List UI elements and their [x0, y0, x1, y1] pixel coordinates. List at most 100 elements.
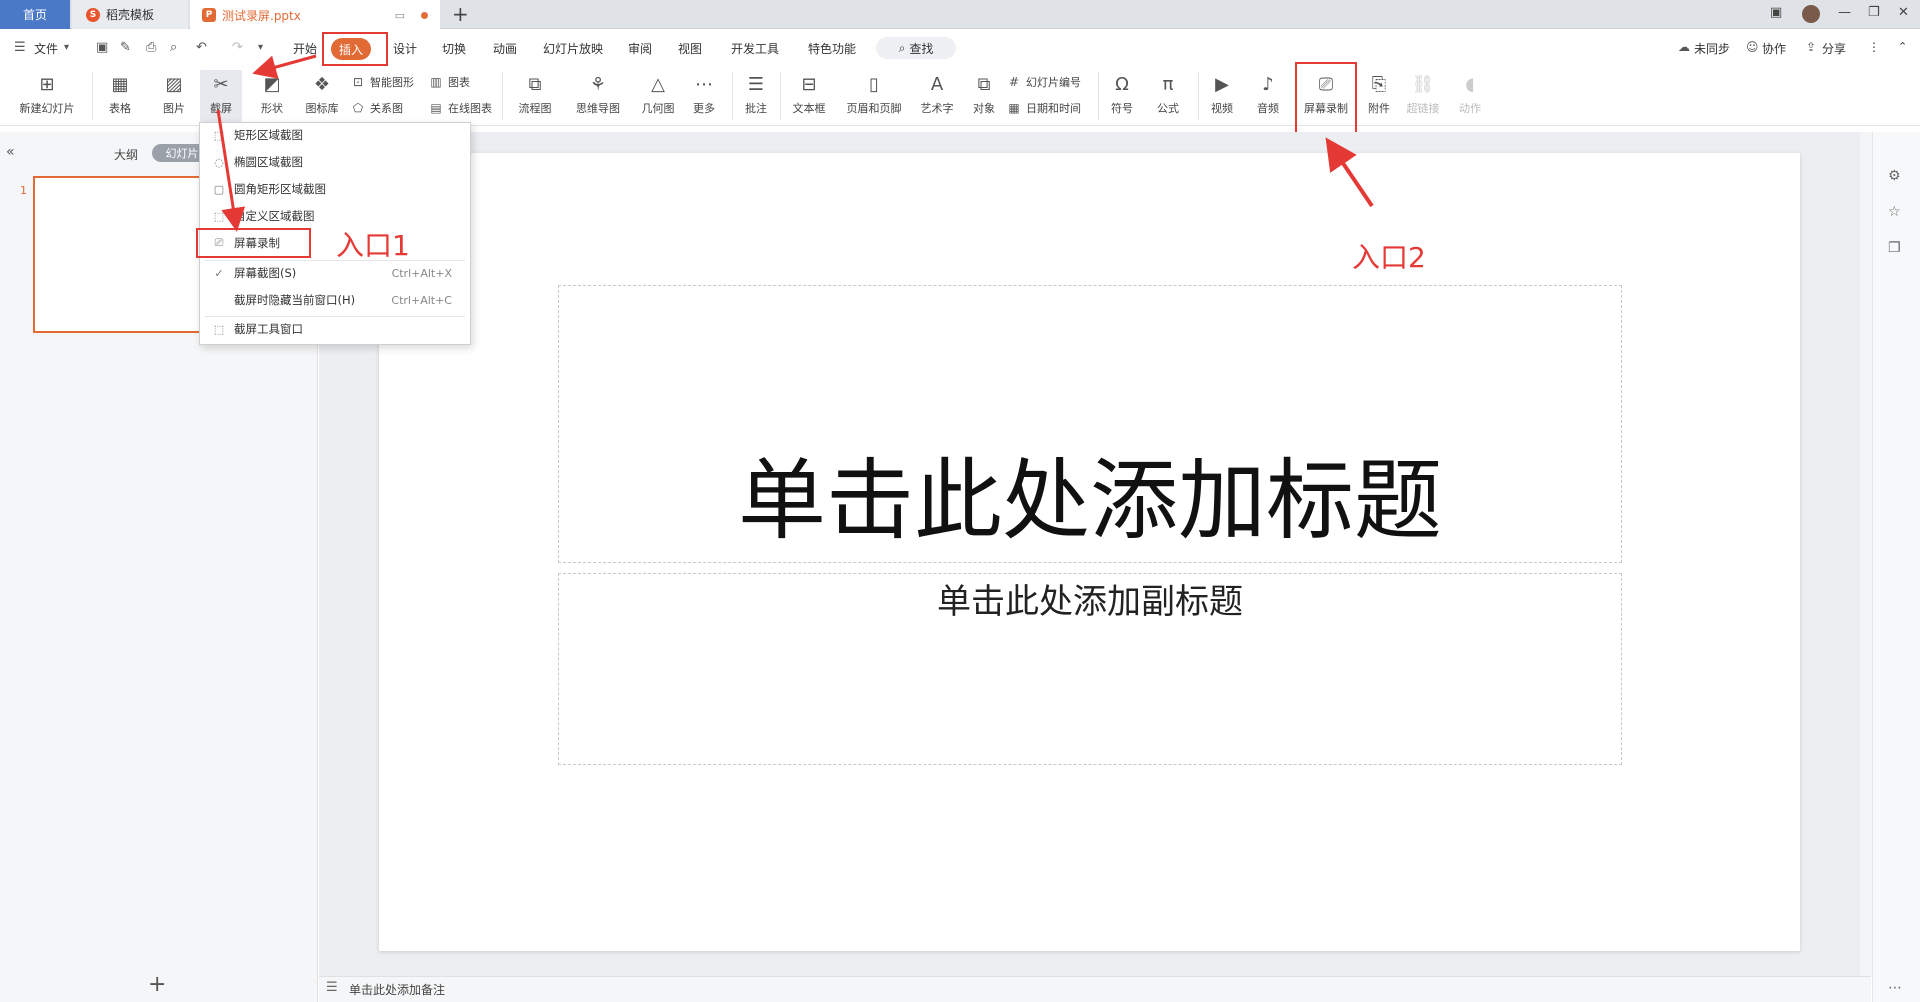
copy-icon[interactable]: ❐ — [1888, 240, 1901, 256]
tab-developer[interactable]: 开发工具 — [731, 40, 779, 57]
tab-review[interactable]: 审阅 — [628, 40, 652, 57]
wordart-button[interactable]: A 艺术字 — [914, 72, 960, 116]
tab-animation[interactable]: 动画 — [493, 40, 517, 57]
add-slide-button[interactable]: + — [148, 972, 166, 997]
share-icon: ⇪ — [1806, 40, 1817, 54]
tab-document[interactable]: P 测试录屏.pptx ▭ — [190, 0, 440, 30]
header-footer-button[interactable]: ▯ 页眉和页脚 — [842, 72, 906, 116]
symbol-label: 符号 — [1111, 102, 1133, 115]
menu-item-rounded-capture[interactable]: ▢ 圆角矩形区域截图 — [200, 177, 470, 201]
notes-bar — [319, 976, 1871, 1002]
outline-tab[interactable]: 大纲 — [114, 146, 138, 163]
object-button[interactable]: ⧉ 对象 — [966, 72, 1002, 116]
video-button[interactable]: ▶ 视频 — [1204, 72, 1240, 116]
collapse-panel-icon[interactable]: « — [6, 144, 15, 160]
online-chart-icon: ▤ — [430, 101, 442, 115]
tab-home[interactable]: 首页 — [0, 0, 70, 29]
undo-icon[interactable]: ↶ — [196, 40, 207, 55]
docer-logo-icon: S — [86, 7, 100, 22]
collapse-ribbon-icon[interactable]: ⌃ — [1898, 40, 1907, 53]
symbol-button[interactable]: Ω 符号 — [1104, 72, 1140, 116]
redo-icon[interactable]: ↷ — [232, 40, 243, 55]
flowchart-button[interactable]: ⧉ 流程图 — [510, 72, 560, 116]
tab-templates[interactable]: S 稻壳模板 — [72, 0, 188, 29]
print-icon[interactable]: ⎙ — [146, 40, 156, 55]
divider — [92, 72, 93, 120]
smart-art-button[interactable]: ⊡ 智能图形 — [350, 74, 414, 90]
more-options-icon[interactable]: ⋯ — [1888, 980, 1902, 996]
more-dots-icon: ⋯ — [695, 73, 713, 95]
tab-view[interactable]: 视图 — [678, 40, 702, 57]
header-footer-icon: ▯ — [869, 73, 879, 95]
smart-art-label: 智能图形 — [370, 76, 414, 89]
avatar[interactable] — [1802, 5, 1820, 23]
hyperlink-button[interactable]: ⛓ 超链接 — [1400, 72, 1446, 116]
search-icon: ⌕ — [898, 40, 906, 55]
textbox-button[interactable]: ⊟ 文本框 — [786, 72, 832, 116]
minimize-icon[interactable]: — — [1838, 5, 1851, 20]
customize-toolbar-icon[interactable]: ▾ — [258, 42, 263, 53]
monitor-icon[interactable]: ▭ — [395, 9, 405, 22]
more-button[interactable]: ⋯ 更多 — [684, 72, 724, 116]
hamburger-icon[interactable]: ☰ — [14, 40, 26, 55]
chevron-down-icon: ▾ — [64, 42, 70, 53]
vertical-scrollbar[interactable] — [1860, 132, 1872, 976]
comment-button[interactable]: ☰ 批注 — [738, 72, 774, 116]
notes-placeholder[interactable]: 单击此处添加备注 — [349, 981, 445, 998]
tab-design[interactable]: 设计 — [393, 40, 417, 57]
menu-item-screen-capture[interactable]: ✓ 屏幕截图(S) Ctrl+Alt+X — [200, 261, 470, 285]
screenshot-button[interactable]: ✂ 截屏 — [200, 72, 242, 116]
tab-transition[interactable]: 切换 — [442, 40, 466, 57]
settings-sliders-icon[interactable]: ⚙ — [1888, 168, 1901, 184]
annotation-entry1: 入口1 — [336, 229, 410, 262]
format-painter-icon[interactable]: ✎ — [120, 40, 131, 55]
tab-special[interactable]: 特色功能 — [808, 40, 856, 57]
more-menu-icon[interactable]: ⋮ — [1868, 40, 1880, 54]
formula-button[interactable]: π 公式 — [1148, 72, 1188, 116]
star-icon[interactable]: ☆ — [1888, 204, 1901, 220]
new-slide-button[interactable]: ⊞ 新建幻灯片 — [10, 72, 84, 116]
restore-icon[interactable]: ❐ — [1868, 5, 1880, 20]
slide-number-button[interactable]: # 幻灯片编号 — [1006, 74, 1081, 90]
close-icon[interactable]: ✕ — [1898, 5, 1909, 20]
audio-button[interactable]: ♪ 音频 — [1248, 72, 1288, 116]
menu-item-capture-tool[interactable]: ⬚ 截屏工具窗口 — [200, 317, 470, 341]
menu-item-rect-capture[interactable]: ⬚ 矩形区域截图 — [200, 123, 470, 147]
relation-button[interactable]: ⬠ 关系图 — [350, 100, 403, 116]
slide-thumbnail[interactable] — [33, 176, 213, 333]
menu-file[interactable]: 文件 — [34, 40, 58, 57]
date-time-button[interactable]: ▦ 日期和时间 — [1006, 100, 1081, 116]
subtitle-placeholder-text[interactable]: 单击此处添加副标题 — [558, 574, 1622, 623]
menu-item-hide-window[interactable]: 截屏时隐藏当前窗口(H) Ctrl+Alt+C — [200, 288, 470, 312]
object-label: 对象 — [973, 102, 995, 115]
screen-record-menu-highlight-box — [196, 228, 311, 258]
geometry-button[interactable]: △ 几何图 — [636, 72, 680, 116]
icon-library-icon: ❖ — [313, 73, 331, 95]
icon-library-button[interactable]: ❖ 图标库 — [300, 72, 344, 116]
menu-item-custom-capture[interactable]: ⬚ 自定义区域截图 — [200, 204, 470, 228]
menu-item-ellipse-capture[interactable]: ◌ 椭圆区域截图 — [200, 150, 470, 174]
mindmap-button[interactable]: ⚘ 思维导图 — [568, 72, 628, 116]
mouse-icon: ◖ — [1465, 73, 1475, 95]
search-button[interactable]: ⌕ 查找 — [876, 37, 956, 59]
picture-button[interactable]: ▨ 图片 — [154, 72, 194, 116]
title-placeholder-text[interactable]: 单击此处添加标题 — [558, 430, 1622, 557]
online-chart-button[interactable]: ▤ 在线图表 — [428, 100, 492, 116]
shape-button[interactable]: ◩ 形状 — [252, 72, 292, 116]
attachment-label: 附件 — [1368, 102, 1390, 115]
new-tab-button[interactable]: + — [452, 2, 469, 26]
tab-start[interactable]: 开始 — [293, 40, 317, 57]
print-preview-icon[interactable]: ⌕ — [170, 40, 177, 55]
action-button[interactable]: ◖ 动作 — [1452, 72, 1488, 116]
collab-button[interactable]: 协作 — [1762, 40, 1786, 57]
tab-count-icon[interactable]: ▣ — [1770, 5, 1782, 20]
save-icon[interactable]: ▣ — [96, 40, 108, 55]
attachment-button[interactable]: ⎘ 附件 — [1362, 72, 1396, 116]
tab-slideshow[interactable]: 幻灯片放映 — [543, 40, 603, 57]
table-button[interactable]: ▦ 表格 — [100, 72, 140, 116]
share-button[interactable]: 分享 — [1822, 40, 1846, 57]
insert-highlight-box — [322, 32, 388, 66]
chart-button[interactable]: ▥ 图表 — [428, 74, 470, 90]
sync-status[interactable]: 未同步 — [1694, 40, 1730, 57]
link-icon: ⛓ — [1411, 73, 1435, 95]
